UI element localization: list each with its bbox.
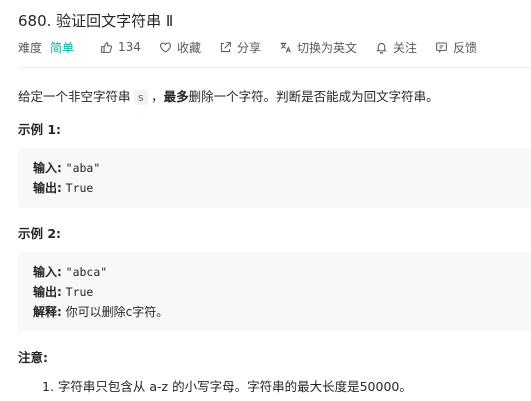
problem-title: 680. 验证回文字符串 Ⅱ: [18, 12, 174, 30]
share-button[interactable]: 分享: [219, 39, 261, 56]
example-1-output-label: 输出:: [33, 181, 62, 195]
share-icon: [220, 41, 231, 52]
heart-icon: [160, 42, 171, 53]
description-code: s: [133, 90, 149, 105]
example-1-input-value: "aba": [65, 161, 101, 175]
example-2-heading: 示例 2:: [18, 226, 62, 241]
example-1-input: 输入: "aba": [33, 159, 100, 176]
header-divider: [18, 67, 531, 68]
example-2-output: 输出: True: [33, 283, 93, 300]
description-text-2: ，: [151, 89, 164, 104]
problem-description: 给定一个非空字符串 s ，最多删除一个字符。判断是否能成为回文字符串。: [18, 86, 439, 105]
example-2-input-label: 输入:: [33, 265, 62, 279]
example-2-output-value: True: [65, 285, 94, 299]
example-1-output: 输出: True: [33, 179, 93, 196]
thumbs-up-icon: [101, 41, 113, 53]
description-text-1: 给定一个非空字符串: [18, 89, 131, 104]
note-heading: 注意:: [18, 350, 48, 365]
note-item: 1. 字符串只包含从 a-z 的小写字母。字符串的最大长度是50000。: [42, 379, 412, 394]
example-2-output-label: 输出:: [33, 285, 62, 299]
feedback-label: 反馈: [453, 40, 478, 55]
example-2-input-value: "abca": [65, 265, 108, 279]
feedback-button[interactable]: 反馈: [435, 39, 477, 56]
example-2-explain-label: 解释:: [33, 305, 62, 319]
problem-meta-bar: 难度 简单 134 收藏 分享 切换为英文 关注 反馈: [18, 38, 495, 56]
difficulty-value: 简单: [50, 40, 75, 55]
example-2-explain-value: 你可以删除c字符。: [65, 305, 169, 319]
example-1-box: 输入: "aba" 输出: True: [18, 148, 531, 208]
favorite-button[interactable]: 收藏: [159, 39, 201, 56]
difficulty-label: 难度: [18, 40, 43, 55]
like-button[interactable]: 134: [100, 40, 141, 54]
example-1-input-label: 输入:: [33, 161, 62, 175]
follow-label: 关注: [392, 40, 417, 55]
switch-language-button[interactable]: 切换为英文: [279, 39, 357, 56]
share-label: 分享: [236, 40, 261, 55]
feedback-icon: [436, 42, 447, 53]
example-1-output-value: True: [65, 181, 94, 195]
example-2-box: 输入: "abca" 输出: True 解释: 你可以删除c字符。: [18, 252, 531, 331]
follow-button[interactable]: 关注: [375, 39, 417, 56]
description-bold: 最多: [163, 89, 189, 104]
description-text-3: 删除一个字符。判断是否能成为回文字符串。: [188, 89, 439, 104]
switch-language-label: 切换为英文: [296, 40, 357, 55]
example-1-heading: 示例 1:: [18, 122, 62, 137]
example-2-input: 输入: "abca": [33, 263, 107, 280]
like-count: 134: [118, 40, 141, 54]
bell-icon: [376, 42, 387, 54]
example-2-explanation: 解释: 你可以删除c字符。: [33, 303, 168, 320]
favorite-label: 收藏: [176, 40, 201, 55]
translate-icon: [280, 42, 291, 53]
